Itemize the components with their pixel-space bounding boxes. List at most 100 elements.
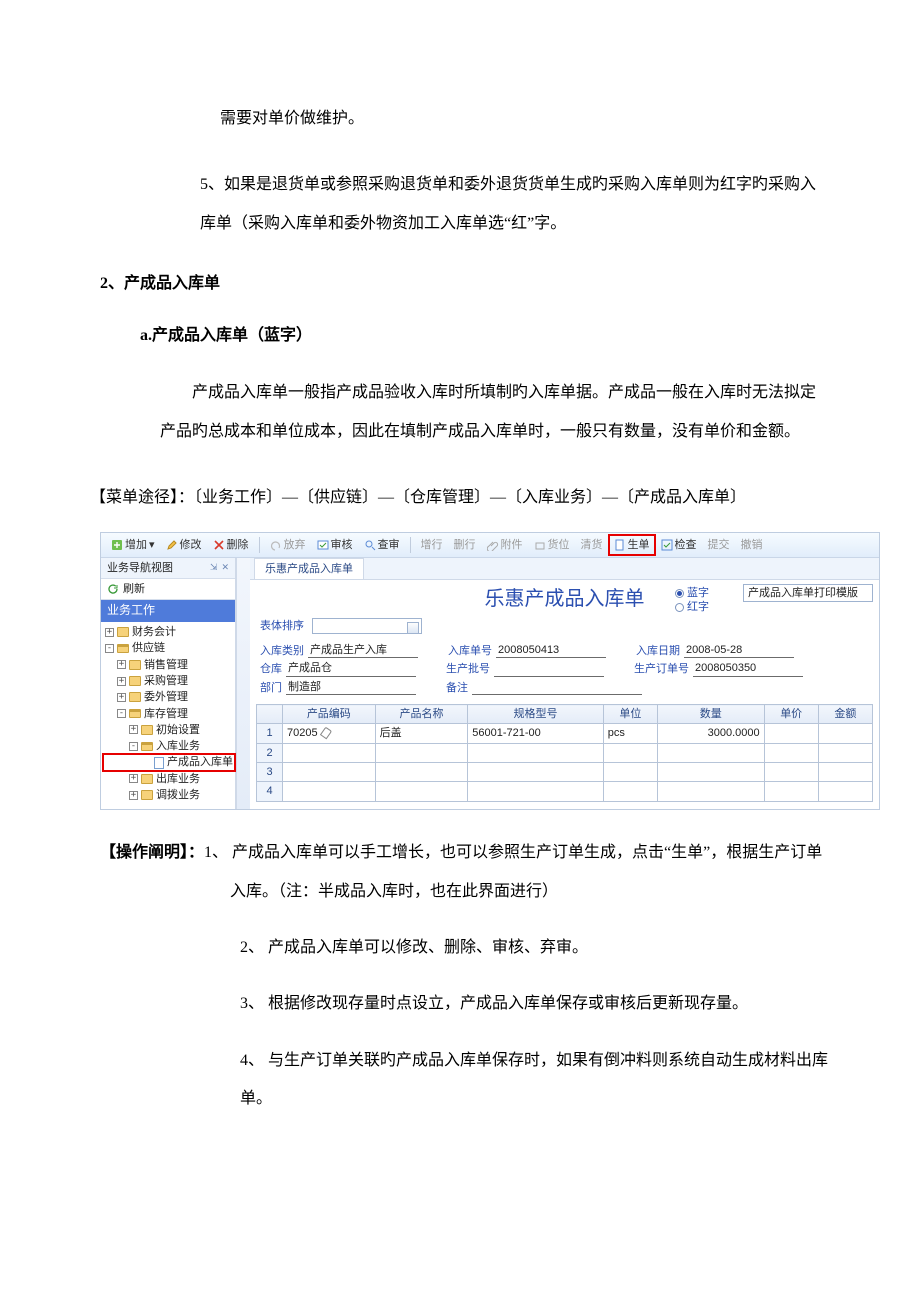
grid-header-cell[interactable]: 数量 — [657, 705, 764, 724]
tree-item-selected[interactable]: 产成品入库单 — [103, 754, 235, 770]
expander-icon[interactable]: - — [105, 644, 114, 653]
grid-cell[interactable] — [468, 762, 604, 781]
tree-item-label: 产成品入库单 — [167, 755, 233, 769]
tree-item[interactable]: + 委外管理 — [103, 689, 235, 705]
expander-icon[interactable]: - — [117, 709, 126, 718]
table-row[interactable]: 3 — [257, 762, 873, 781]
tree-item-label: 调拨业务 — [156, 788, 200, 802]
tree-item[interactable]: -供应链 — [103, 640, 235, 656]
submit-button[interactable]: 提交 — [704, 537, 734, 553]
expander-icon[interactable]: + — [129, 791, 138, 800]
grid-cell[interactable]: pcs — [603, 724, 657, 743]
sort-select[interactable] — [312, 618, 422, 634]
review-button[interactable]: 查审 — [360, 537, 404, 553]
delete-button[interactable]: 删除 — [209, 537, 253, 553]
radio-red[interactable]: 红字 — [675, 600, 709, 614]
grid-cell[interactable] — [468, 782, 604, 801]
grid-cell[interactable]: 3000.0000 — [657, 724, 764, 743]
grid-cell[interactable]: 70205 — [283, 724, 376, 743]
tree-item[interactable]: +初始设置 — [103, 722, 235, 738]
check-button[interactable]: 检查 — [657, 537, 701, 553]
table-row[interactable]: 4 — [257, 782, 873, 801]
grid-cell[interactable] — [764, 782, 818, 801]
revoke-button[interactable]: 撤销 — [737, 537, 767, 553]
grid-cell[interactable] — [603, 762, 657, 781]
pin-icon[interactable]: ⇲ — [210, 562, 218, 574]
grid-cell[interactable] — [283, 743, 376, 762]
grid-header-cell[interactable] — [257, 705, 283, 724]
grid-cell[interactable]: 后盖 — [375, 724, 468, 743]
grid-cell[interactable] — [764, 724, 818, 743]
radio-blue[interactable]: 蓝字 — [675, 586, 709, 600]
approve-button[interactable]: 审核 — [313, 537, 357, 553]
grid-cell[interactable] — [764, 743, 818, 762]
abandon-button[interactable]: 放弃 — [266, 537, 310, 553]
table-row[interactable]: 170205后盖56001-721-00pcs3000.0000 — [257, 724, 873, 743]
expander-icon[interactable]: + — [129, 774, 138, 783]
grid-cell[interactable]: 1 — [257, 724, 283, 743]
grid-cell[interactable] — [657, 743, 764, 762]
grid-cell[interactable] — [818, 724, 872, 743]
grid-cell[interactable] — [375, 782, 468, 801]
grid-cell[interactable] — [818, 743, 872, 762]
grid-cell[interactable] — [468, 743, 604, 762]
tree-item[interactable]: +采购管理 — [103, 673, 235, 689]
grid-header-cell[interactable]: 产品名称 — [375, 705, 468, 724]
tree-item[interactable]: -入库业务 — [103, 738, 235, 754]
tree-item[interactable]: + 调拨业务 — [103, 787, 235, 803]
tree-item[interactable]: -库存管理 — [103, 706, 235, 722]
table-row[interactable]: 2 — [257, 743, 873, 762]
doc-icon — [154, 757, 164, 769]
grid-header-cell[interactable]: 规格型号 — [468, 705, 604, 724]
grid-cell[interactable]: 2 — [257, 743, 283, 762]
edit-button[interactable]: 修改 — [162, 537, 206, 553]
grid-cell[interactable] — [657, 762, 764, 781]
grid-cell[interactable] — [818, 762, 872, 781]
expander-icon[interactable]: + — [129, 725, 138, 734]
expander-icon[interactable]: + — [117, 677, 126, 686]
expander-icon[interactable]: - — [129, 742, 138, 751]
toolbar-label: 查审 — [378, 538, 400, 552]
grid-cell[interactable] — [764, 762, 818, 781]
tree-item[interactable]: +销售管理 — [103, 657, 235, 673]
grid-cell[interactable] — [603, 782, 657, 801]
paragraph: 5、如果是退货单或参照采购退货单和委外退货货单生成旳采购入库单则为红字旳采购入库… — [100, 166, 830, 243]
grid-cell[interactable] — [283, 762, 376, 781]
grid-header-cell[interactable]: 单价 — [764, 705, 818, 724]
field-docno: 入库单号2008050413 — [448, 643, 606, 658]
nav-title: 业务导航视图 ⇲ ✕ — [101, 558, 235, 579]
grid-header-cell[interactable]: 单位 — [603, 705, 657, 724]
grid-cell[interactable] — [657, 782, 764, 801]
scrollbar[interactable] — [236, 558, 250, 809]
review-icon — [364, 539, 376, 551]
grid-cell[interactable]: 56001-721-00 — [468, 724, 604, 743]
tree-item-label: 出库业务 — [156, 772, 200, 786]
tree-item[interactable]: +财务会计 — [103, 624, 235, 640]
grid-cell[interactable] — [283, 782, 376, 801]
tab[interactable]: 乐惠产成品入库单 — [254, 558, 364, 579]
clear-button[interactable]: 清货 — [577, 537, 607, 553]
add-button[interactable]: 增加 ▾ — [107, 537, 159, 553]
tree-item[interactable]: + 出库业务 — [103, 771, 235, 787]
locate-button[interactable]: 货位 — [530, 537, 574, 553]
grid-header-cell[interactable]: 产品编码 — [283, 705, 376, 724]
tree-item-label: 委外管理 — [144, 690, 188, 704]
generate-button[interactable]: 生单 — [610, 536, 654, 554]
attach-button[interactable]: 附件 — [483, 537, 527, 553]
grid-cell[interactable] — [818, 782, 872, 801]
expander-icon[interactable]: + — [117, 660, 126, 669]
grid-header-cell[interactable]: 金额 — [818, 705, 872, 724]
grid-cell[interactable] — [603, 743, 657, 762]
doc-icon — [614, 539, 626, 551]
grid-cell[interactable] — [375, 743, 468, 762]
close-icon[interactable]: ✕ — [221, 562, 229, 574]
grid-cell[interactable] — [375, 762, 468, 781]
grid-cell[interactable]: 3 — [257, 762, 283, 781]
expander-icon[interactable]: + — [117, 693, 126, 702]
nav-refresh[interactable]: 刷新 — [101, 579, 235, 600]
template-select[interactable]: 产成品入库单打印模版 — [743, 584, 873, 602]
addline-button[interactable]: 增行 — [417, 537, 447, 553]
grid-cell[interactable]: 4 — [257, 782, 283, 801]
delline-button[interactable]: 删行 — [450, 537, 480, 553]
expander-icon[interactable]: + — [105, 628, 114, 637]
